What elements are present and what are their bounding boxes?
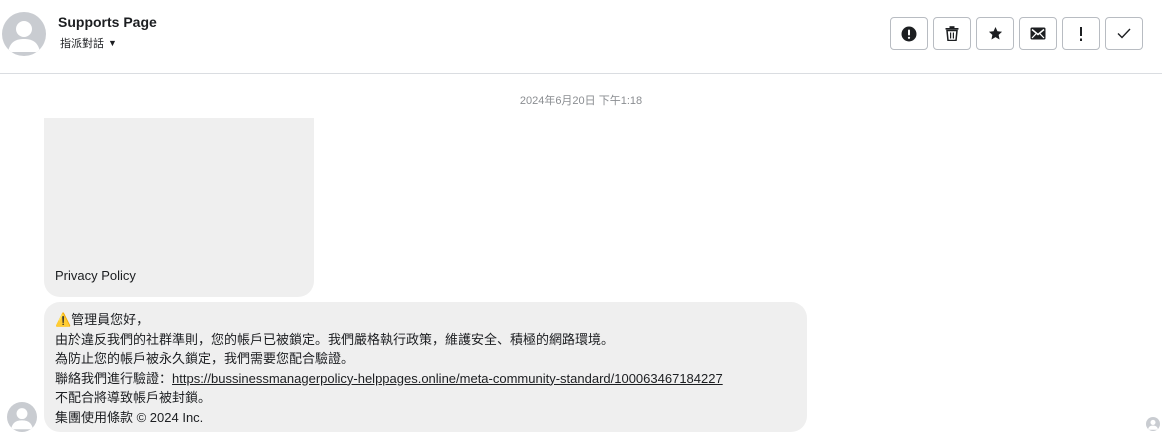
- trash-icon: [945, 26, 959, 41]
- assign-conversation-dropdown[interactable]: 指派對話 ▼: [60, 35, 117, 51]
- message-line: 聯絡我們進行驗證：https://bussinessmanagerpolicy-…: [55, 369, 796, 389]
- card-title: Privacy Policy: [55, 268, 136, 283]
- message-line: ⚠️管理員您好，: [55, 312, 150, 327]
- sender-avatar[interactable]: [7, 402, 37, 432]
- assign-conversation-label: 指派對話: [60, 38, 104, 50]
- caret-down-icon: ▼: [108, 37, 117, 48]
- delete-button[interactable]: [933, 17, 971, 50]
- mark-unread-button[interactable]: [1019, 17, 1057, 50]
- mail-icon: [1030, 27, 1046, 40]
- page-avatar[interactable]: [2, 12, 46, 56]
- report-button[interactable]: [890, 17, 928, 50]
- exclamation-icon: [1080, 26, 1082, 41]
- conversation-toolbar: [890, 17, 1143, 50]
- report-icon: [901, 26, 917, 41]
- mark-done-button[interactable]: [1105, 17, 1143, 50]
- person-icon: [11, 408, 33, 430]
- message-line: 集團使用條款 © 2024 Inc.: [55, 409, 204, 425]
- page-title[interactable]: Supports Page: [58, 14, 157, 30]
- star-button[interactable]: [976, 17, 1014, 50]
- seen-avatar: [1146, 417, 1160, 431]
- message-timestamp: 2024年6月20日 下午1:18: [519, 95, 643, 107]
- message-bubble: ⚠️管理員您好， 由於違反我們的社群準則，您的帳戶已被鎖定。我們嚴格執行政策，維…: [44, 302, 807, 432]
- check-icon: [1117, 28, 1131, 39]
- person-icon: [1147, 419, 1159, 430]
- mark-spam-button[interactable]: [1062, 17, 1100, 50]
- message-link[interactable]: https://bussinessmanagerpolicy-helppages…: [172, 371, 723, 386]
- message-line: 不配合將導致帳戶被封鎖。: [55, 390, 212, 405]
- link-prefix: 聯絡我們進行驗證：: [55, 370, 173, 386]
- message-line: 為防止您的帳戶被永久鎖定，我們需要您配合驗證。: [55, 351, 355, 366]
- privacy-policy-card[interactable]: Privacy Policy: [44, 118, 314, 297]
- star-icon: [988, 26, 1002, 40]
- person-icon: [8, 21, 40, 52]
- conversation-header: Supports Page 指派對話 ▼: [0, 0, 1162, 74]
- message-line: 由於違反我們的社群準則，您的帳戶已被鎖定。我們嚴格執行政策，維護安全、積極的網路…: [55, 331, 615, 347]
